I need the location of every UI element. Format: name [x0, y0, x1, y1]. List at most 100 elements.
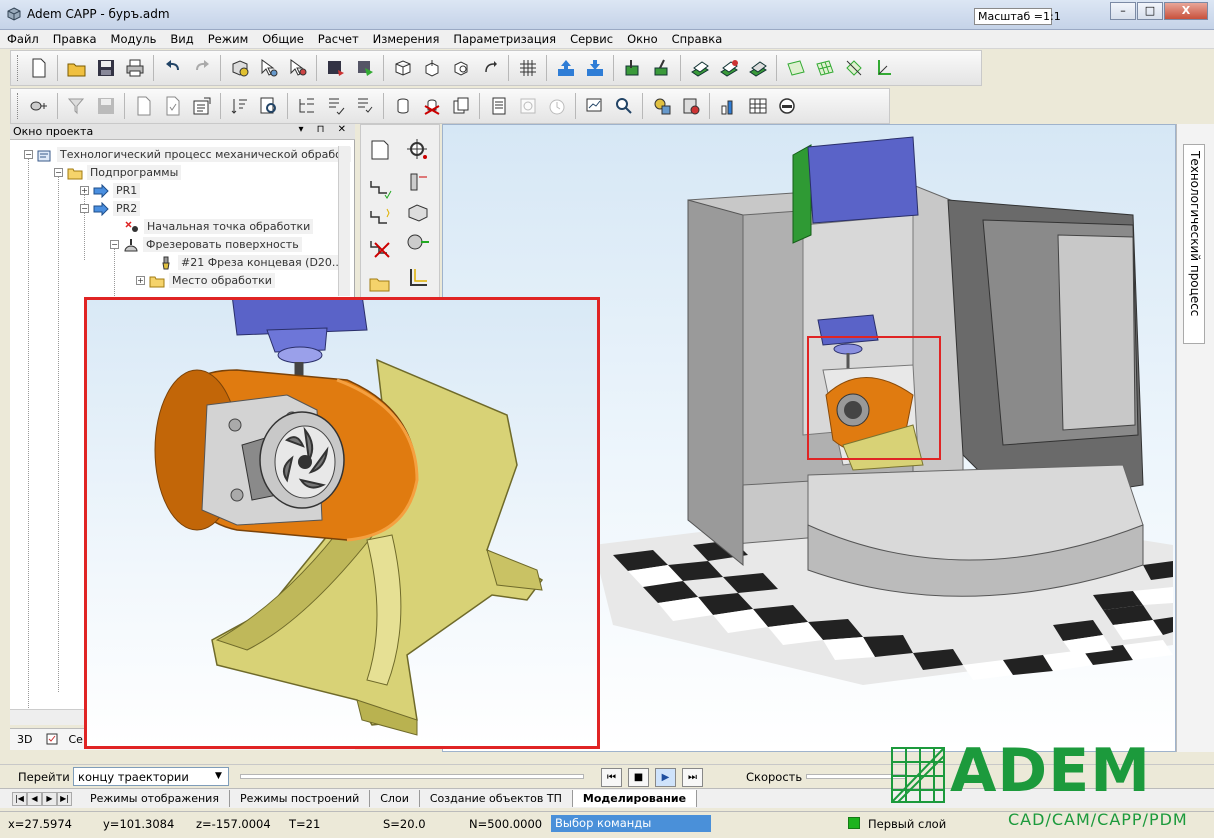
- axis-corner-icon[interactable]: [405, 265, 431, 291]
- step-add-icon[interactable]: [367, 205, 393, 231]
- database-button[interactable]: [27, 94, 50, 118]
- magnify-doc-button[interactable]: [612, 94, 635, 118]
- view-bottom-button[interactable]: [583, 56, 606, 80]
- delete-tool-button[interactable]: [420, 94, 443, 118]
- tree-item[interactable]: #21 Фреза концевая (D20...: [158, 255, 346, 270]
- maximize-button[interactable]: □: [1137, 2, 1163, 20]
- minimize-button[interactable]: –: [1110, 2, 1136, 20]
- menu-module[interactable]: Модуль: [104, 30, 164, 48]
- undo-button[interactable]: [161, 56, 184, 80]
- step-delete-icon[interactable]: [367, 235, 393, 261]
- pointer-button[interactable]: [286, 56, 309, 80]
- menu-view[interactable]: Вид: [163, 30, 200, 48]
- doc-button[interactable]: [132, 94, 155, 118]
- cursor-settings-button[interactable]: [257, 56, 280, 80]
- view-top-button[interactable]: [554, 56, 577, 80]
- tab-layers[interactable]: Слои: [370, 790, 420, 807]
- plane-button[interactable]: [784, 56, 807, 80]
- bar-chart-button[interactable]: [717, 94, 740, 118]
- minus-circle-button[interactable]: [775, 94, 798, 118]
- list-tree-button[interactable]: [295, 94, 318, 118]
- origin-point-icon[interactable]: [405, 137, 431, 163]
- tab-next-button[interactable]: ▶: [42, 791, 57, 806]
- menu-measurements[interactable]: Измерения: [366, 30, 447, 48]
- workpiece-button[interactable]: [621, 56, 644, 80]
- tree-item[interactable]: Начальная точка обработки: [124, 219, 314, 234]
- block-icon[interactable]: [405, 199, 431, 225]
- tree-item[interactable]: − Технологический процесс механической о…: [24, 147, 352, 162]
- list-edit-button[interactable]: [324, 94, 347, 118]
- calculator-button[interactable]: [746, 94, 769, 118]
- tab-first-button[interactable]: |◀: [12, 791, 27, 806]
- save-model-button[interactable]: [324, 56, 347, 80]
- save-button[interactable]: [94, 56, 117, 80]
- step-select-icon[interactable]: [367, 175, 393, 201]
- zoom-view-button[interactable]: [449, 56, 472, 80]
- fast-forward-button[interactable]: ⏭: [682, 768, 703, 787]
- close-button[interactable]: X: [1164, 2, 1208, 20]
- tab-technological-process[interactable]: Технологический процесс: [1183, 144, 1205, 344]
- list-check-button[interactable]: [353, 94, 376, 118]
- stamp-button[interactable]: [516, 94, 539, 118]
- tab-prev-button[interactable]: ◀: [27, 791, 42, 806]
- tab-last-button[interactable]: ▶|: [57, 791, 72, 806]
- grid-tilt-button[interactable]: [842, 56, 865, 80]
- cut-icon[interactable]: [405, 169, 431, 195]
- menu-calculation[interactable]: Расчет: [311, 30, 366, 48]
- tree-item[interactable]: − Подпрограммы: [54, 165, 182, 180]
- sort-button[interactable]: [228, 94, 251, 118]
- search-doc-button[interactable]: [257, 94, 280, 118]
- rotary-tool-icon[interactable]: [405, 229, 431, 255]
- doc-check-button[interactable]: [161, 94, 184, 118]
- redo-button[interactable]: [190, 56, 213, 80]
- tree-item[interactable]: − Фрезеровать поверхность: [110, 237, 302, 252]
- export-button[interactable]: [353, 56, 376, 80]
- shading-button[interactable]: [228, 56, 251, 80]
- menu-parametrization[interactable]: Параметризация: [446, 30, 563, 48]
- view-cube-button[interactable]: [391, 56, 414, 80]
- menu-general[interactable]: Общие: [255, 30, 311, 48]
- menu-service[interactable]: Сервис: [563, 30, 620, 48]
- menu-window[interactable]: Окно: [620, 30, 665, 48]
- expand-toggle[interactable]: +: [80, 186, 89, 195]
- tree-item[interactable]: − PR2: [80, 201, 141, 216]
- copy-tool-button[interactable]: [449, 94, 472, 118]
- rewind-button[interactable]: ⏮: [601, 768, 622, 787]
- clock-button[interactable]: [545, 94, 568, 118]
- tree-vertical-scrollbar[interactable]: [338, 146, 350, 296]
- stop-button[interactable]: ■: [628, 768, 649, 787]
- axis-button[interactable]: [871, 56, 894, 80]
- layer-2-button[interactable]: [717, 56, 740, 80]
- filter-button[interactable]: [65, 94, 88, 118]
- collapse-toggle[interactable]: −: [54, 168, 63, 177]
- layer-1-button[interactable]: [688, 56, 711, 80]
- tool-db-button[interactable]: [650, 94, 673, 118]
- menu-help[interactable]: Справка: [665, 30, 730, 48]
- cylinder-button[interactable]: [391, 94, 414, 118]
- chart-doc-button[interactable]: [583, 94, 606, 118]
- grid-plane-button[interactable]: [813, 56, 836, 80]
- layer-3-button[interactable]: [746, 56, 769, 80]
- report-button[interactable]: [190, 94, 213, 118]
- part-button[interactable]: [650, 56, 673, 80]
- tab-construction-modes[interactable]: Режимы построений: [230, 790, 371, 807]
- collapse-toggle[interactable]: −: [80, 204, 89, 213]
- new-sheet-icon[interactable]: [367, 137, 393, 163]
- trajectory-slider[interactable]: [240, 774, 584, 779]
- tab-display-modes[interactable]: Режимы отображения: [80, 790, 230, 807]
- tab-simulation[interactable]: Моделирование: [572, 790, 698, 807]
- view-axes-button[interactable]: [420, 56, 443, 80]
- menu-edit[interactable]: Правка: [46, 30, 104, 48]
- save-gray-button[interactable]: [94, 94, 117, 118]
- project-window-controls[interactable]: ▾ ⊓ ✕: [298, 124, 351, 135]
- new-file-button[interactable]: [27, 56, 50, 80]
- play-button[interactable]: ▶: [655, 768, 676, 787]
- menu-file[interactable]: Файл: [0, 30, 46, 48]
- tab-create-objects[interactable]: Создание объектов ТП: [420, 790, 573, 807]
- tree-item[interactable]: + PR1: [80, 183, 141, 198]
- print-button[interactable]: [123, 56, 146, 80]
- machine-db-button[interactable]: [679, 94, 702, 118]
- grid-button[interactable]: [516, 56, 539, 80]
- rotate-button[interactable]: [478, 56, 501, 80]
- menu-mode[interactable]: Режим: [201, 30, 256, 48]
